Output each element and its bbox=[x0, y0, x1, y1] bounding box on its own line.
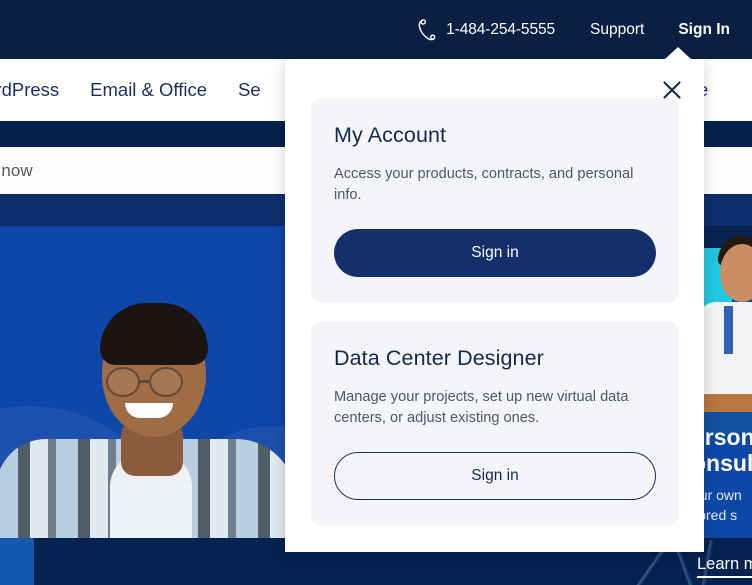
phone-handset-icon bbox=[417, 18, 437, 42]
sign-in-dropdown: My Account Access your products, contrac… bbox=[285, 59, 704, 552]
data-center-designer-title: Data Center Designer bbox=[334, 346, 544, 370]
data-center-designer-description: Manage your projects, set up new virtual… bbox=[334, 389, 629, 426]
nav-item-email-office[interactable]: Email & Office bbox=[90, 79, 207, 101]
phone-number: 1-484-254-5555 bbox=[446, 20, 556, 38]
phone-link[interactable]: 1-484-254-5555 bbox=[417, 18, 555, 42]
hero-bottom-accent bbox=[0, 538, 34, 585]
nav-item-wordpress[interactable]: WordPress bbox=[0, 79, 59, 101]
nav-item-se[interactable]: Se bbox=[238, 79, 261, 101]
data-center-designer-card: Data Center Designer Manage your project… bbox=[311, 322, 679, 525]
dropdown-card-list: My Account Access your products, contrac… bbox=[311, 99, 679, 525]
my-account-sign-in-button[interactable]: Sign in bbox=[334, 229, 656, 277]
my-account-title: My Account bbox=[334, 123, 447, 147]
data-center-designer-sign-in-button[interactable]: Sign in bbox=[334, 452, 656, 500]
domain-search-text: ain now bbox=[0, 160, 33, 180]
utility-bar: 1-484-254-5555 Support Sign In bbox=[0, 0, 752, 59]
dropdown-arrow bbox=[665, 47, 691, 59]
page-root: 1-484-254-5555 Support Sign In WordPress… bbox=[0, 0, 752, 585]
my-account-description: Access your products, contracts, and per… bbox=[334, 166, 634, 203]
my-account-card: My Account Access your products, contrac… bbox=[311, 99, 679, 302]
sign-in-link[interactable]: Sign In bbox=[678, 21, 730, 39]
close-icon bbox=[662, 80, 682, 100]
support-link[interactable]: Support bbox=[590, 21, 644, 39]
learn-more-link[interactable]: Learn more bbox=[697, 555, 752, 578]
